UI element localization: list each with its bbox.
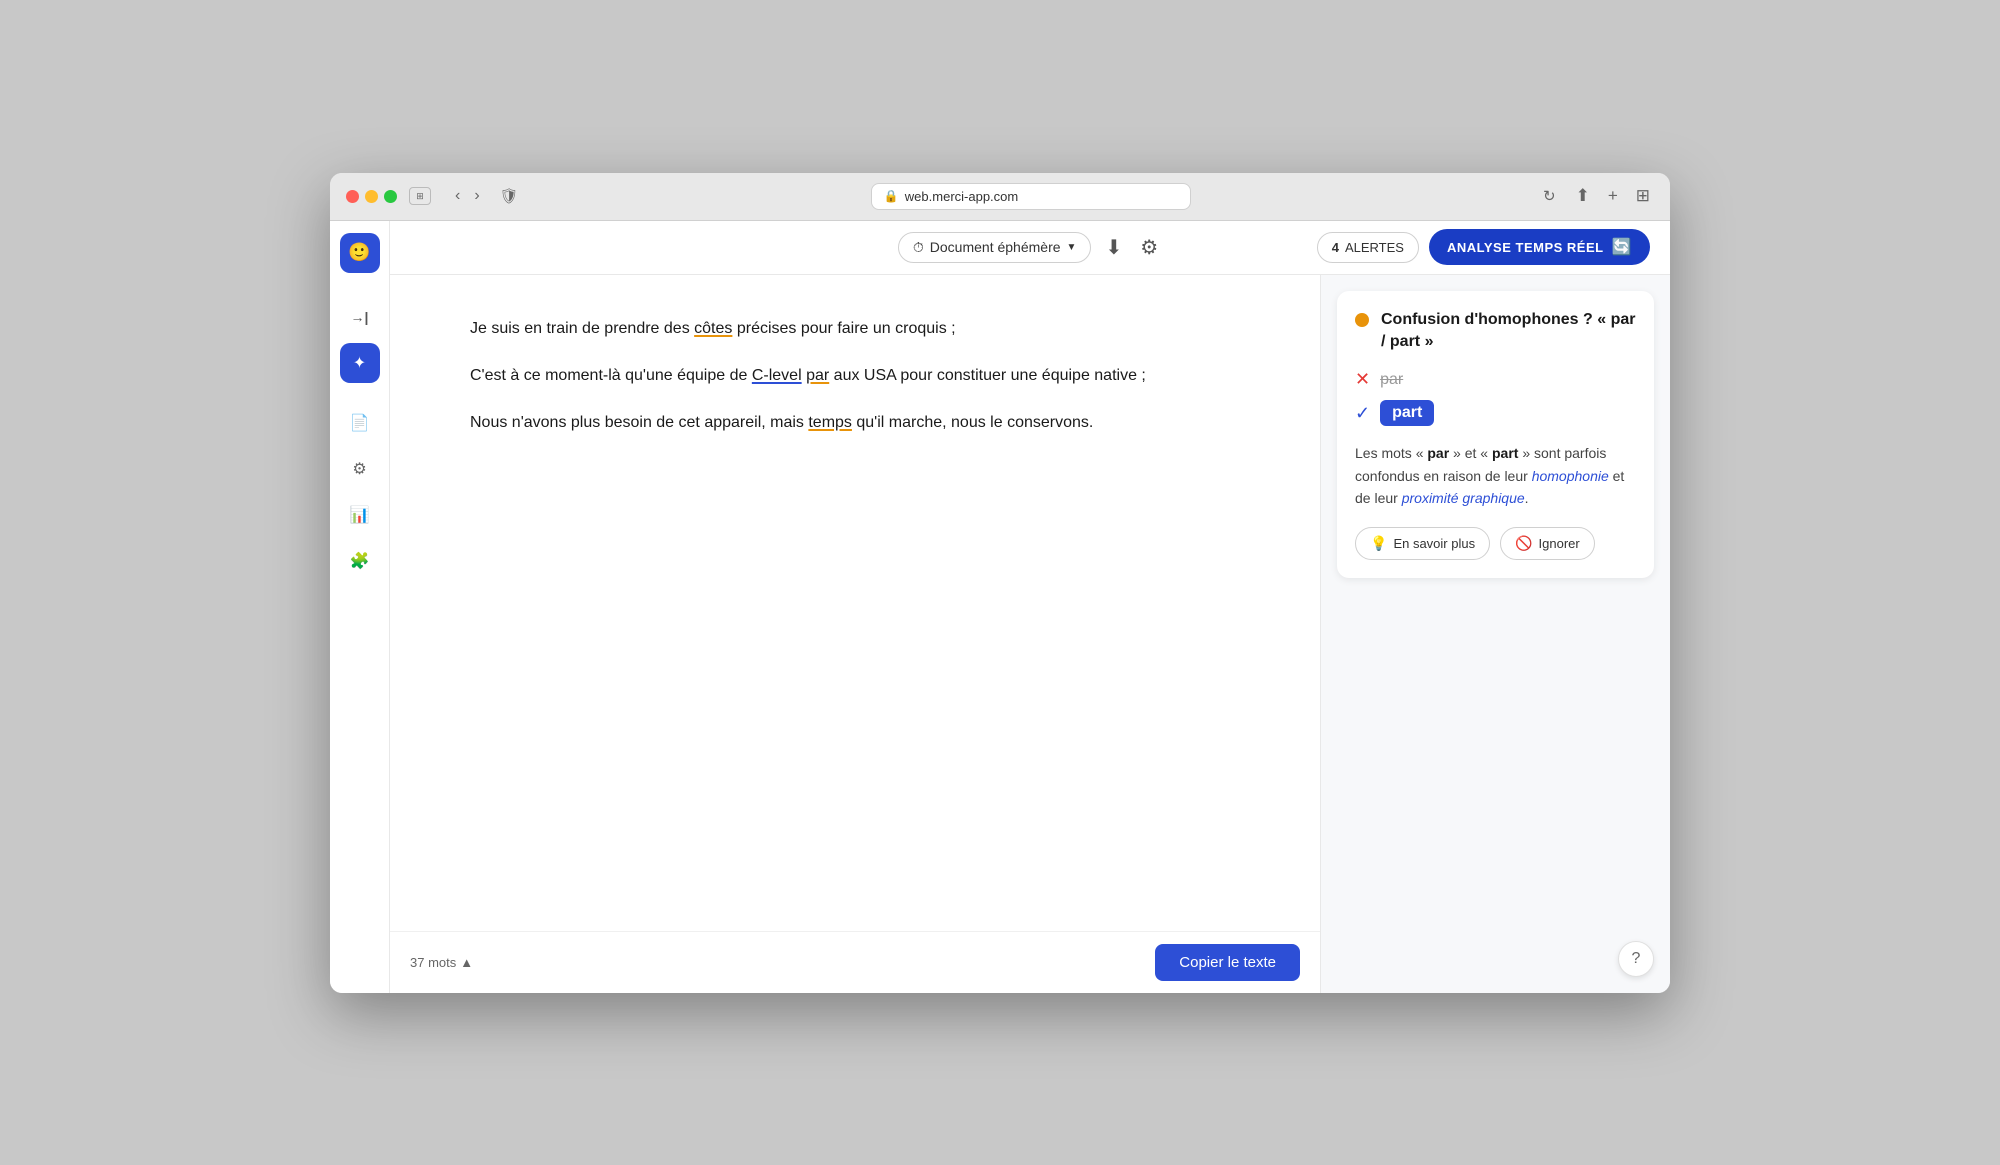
- ignore-icon: 🚫: [1515, 535, 1532, 552]
- arrow-icon: →|: [351, 309, 369, 325]
- suggestion-description: Les mots « par » et « part » sont parfoi…: [1355, 442, 1636, 509]
- lightbulb-icon: 💡: [1370, 535, 1387, 552]
- correct-icon: ✓: [1355, 403, 1370, 424]
- download-button[interactable]: ⬇: [1101, 231, 1126, 264]
- sidebar-item-edit[interactable]: ✦: [340, 343, 380, 383]
- word-option-wrong: ✕ par: [1355, 369, 1636, 390]
- word-par: par: [806, 367, 829, 384]
- toolbar: ⏱ Document éphémère ▼ ⬇ ⚙ 4 ALERTES: [390, 221, 1670, 275]
- paragraph-1: Je suis en train de prendre des côtes pr…: [470, 315, 1240, 342]
- suggestion-header: Confusion d'homophones ? « par / part »: [1355, 309, 1636, 354]
- suggestion-card: Confusion d'homophones ? « par / part » …: [1337, 291, 1654, 579]
- traffic-lights: [346, 190, 397, 203]
- window-layout-btn[interactable]: ⊞: [409, 187, 431, 205]
- right-panel: Confusion d'homophones ? « par / part » …: [1320, 275, 1670, 993]
- copy-button[interactable]: Copier le texte: [1155, 944, 1300, 981]
- word-count-text: 37 mots: [410, 955, 456, 970]
- traffic-light-red[interactable]: [346, 190, 359, 203]
- editor-footer: 37 mots ▲ Copier le texte: [390, 931, 1320, 993]
- puzzle-icon: 🧩: [350, 551, 370, 571]
- analyse-button[interactable]: ANALYSE TEMPS RÉEL 🔄: [1429, 229, 1650, 265]
- suggestion-title: Confusion d'homophones ? « par / part »: [1381, 309, 1636, 354]
- ignore-label: Ignorer: [1539, 536, 1580, 551]
- url-input[interactable]: 🔒 web.merci-app.com: [871, 183, 1191, 210]
- help-button[interactable]: ?: [1618, 941, 1654, 977]
- toolbar-right: 4 ALERTES ANALYSE TEMPS RÉEL 🔄: [1317, 229, 1650, 265]
- word-clevel: C-level: [752, 367, 802, 384]
- word-options: ✕ par ✓ part: [1355, 369, 1636, 426]
- paragraph-2: C'est à ce moment-là qu'une équipe de C-…: [470, 362, 1240, 389]
- alerts-label: ALERTES: [1345, 240, 1404, 255]
- doc-icon: 📄: [350, 413, 370, 433]
- ignore-button[interactable]: 🚫 Ignorer: [1500, 527, 1595, 560]
- lock-icon: 🔒: [884, 189, 899, 203]
- alert-count: 4: [1332, 240, 1339, 255]
- learn-more-button[interactable]: 💡 En savoir plus: [1355, 527, 1490, 560]
- grid-button[interactable]: ⊞: [1632, 184, 1654, 208]
- edit-icon: ✦: [353, 353, 366, 373]
- refresh-button[interactable]: ↻: [1539, 185, 1560, 207]
- main-area: Je suis en train de prendre des côtes pr…: [390, 275, 1670, 993]
- sidebar-item-settings[interactable]: ⚙: [340, 449, 380, 489]
- traffic-light-yellow[interactable]: [365, 190, 378, 203]
- analyse-icon: 🔄: [1612, 237, 1632, 257]
- share-button[interactable]: ⬆: [1572, 184, 1594, 208]
- url-bar: 🔒 web.merci-app.com: [535, 183, 1527, 210]
- word-cotes: côtes: [694, 320, 732, 337]
- chevron-down-icon: ▼: [1067, 242, 1077, 253]
- download-icon: ⬇: [1105, 235, 1122, 260]
- gear-button[interactable]: ⚙: [1136, 231, 1162, 264]
- word-count-arrow: ▲: [460, 955, 473, 970]
- browser-window: ⊞ ‹ › 🛡 🔒 web.merci-app.com ↻ ⬆ + ⊞ 🙂: [330, 173, 1670, 993]
- wrong-icon: ✕: [1355, 369, 1370, 390]
- wrong-word: par: [1380, 371, 1403, 389]
- chart-icon: 📊: [350, 505, 370, 525]
- learn-more-label: En savoir plus: [1393, 536, 1475, 551]
- alerts-button[interactable]: 4 ALERTES: [1317, 232, 1419, 263]
- desc-italic1: homophonie: [1532, 468, 1609, 484]
- sidebar-item-chart[interactable]: 📊: [340, 495, 380, 535]
- editor-content[interactable]: Je suis en train de prendre des côtes pr…: [390, 275, 1320, 931]
- browser-chrome: ⊞ ‹ › 🛡 🔒 web.merci-app.com ↻ ⬆ + ⊞: [330, 173, 1670, 221]
- clock-icon: ⏱: [913, 239, 924, 256]
- suggestion-dot: [1355, 313, 1369, 327]
- editor-area: Je suis en train de prendre des côtes pr…: [390, 275, 1320, 993]
- doc-type-button[interactable]: ⏱ Document éphémère ▼: [898, 232, 1092, 263]
- sidebar: 🙂 →| ✦ 📄 ⚙ 📊 🧩: [330, 221, 390, 993]
- forward-button[interactable]: ›: [470, 185, 483, 207]
- browser-right-controls: ⬆ + ⊞: [1572, 184, 1654, 208]
- word-option-correct: ✓ part: [1355, 400, 1636, 426]
- doc-type-label: Document éphémère: [930, 239, 1061, 255]
- paragraph-3: Nous n'avons plus besoin de cet appareil…: [470, 409, 1240, 436]
- sidebar-item-arrow[interactable]: →|: [340, 297, 380, 337]
- back-button[interactable]: ‹: [451, 185, 464, 207]
- sidebar-logo[interactable]: 🙂: [340, 233, 380, 273]
- suggestion-actions: 💡 En savoir plus 🚫 Ignorer: [1355, 527, 1636, 560]
- new-tab-button[interactable]: +: [1604, 184, 1622, 208]
- app-container: 🙂 →| ✦ 📄 ⚙ 📊 🧩: [330, 221, 1670, 993]
- desc-bold2: part: [1492, 445, 1518, 461]
- toolbar-center: ⏱ Document éphémère ▼ ⬇ ⚙: [898, 231, 1162, 264]
- desc-italic2: proximité graphique: [1402, 490, 1525, 506]
- traffic-light-green[interactable]: [384, 190, 397, 203]
- word-count: 37 mots ▲: [410, 955, 473, 970]
- word-temps: temps: [808, 414, 852, 431]
- sidebar-item-doc[interactable]: 📄: [340, 403, 380, 443]
- url-text: web.merci-app.com: [905, 189, 1018, 204]
- desc-bold1: par: [1427, 445, 1449, 461]
- gear-icon: ⚙: [1140, 235, 1158, 260]
- browser-nav-controls: ‹ ›: [451, 185, 484, 207]
- correct-word[interactable]: part: [1380, 400, 1434, 426]
- analyse-label: ANALYSE TEMPS RÉEL: [1447, 240, 1604, 255]
- shield-icon: 🛡: [500, 187, 519, 205]
- settings-icon: ⚙: [352, 459, 366, 479]
- sidebar-item-puzzle[interactable]: 🧩: [340, 541, 380, 581]
- logo-icon: 🙂: [348, 242, 370, 263]
